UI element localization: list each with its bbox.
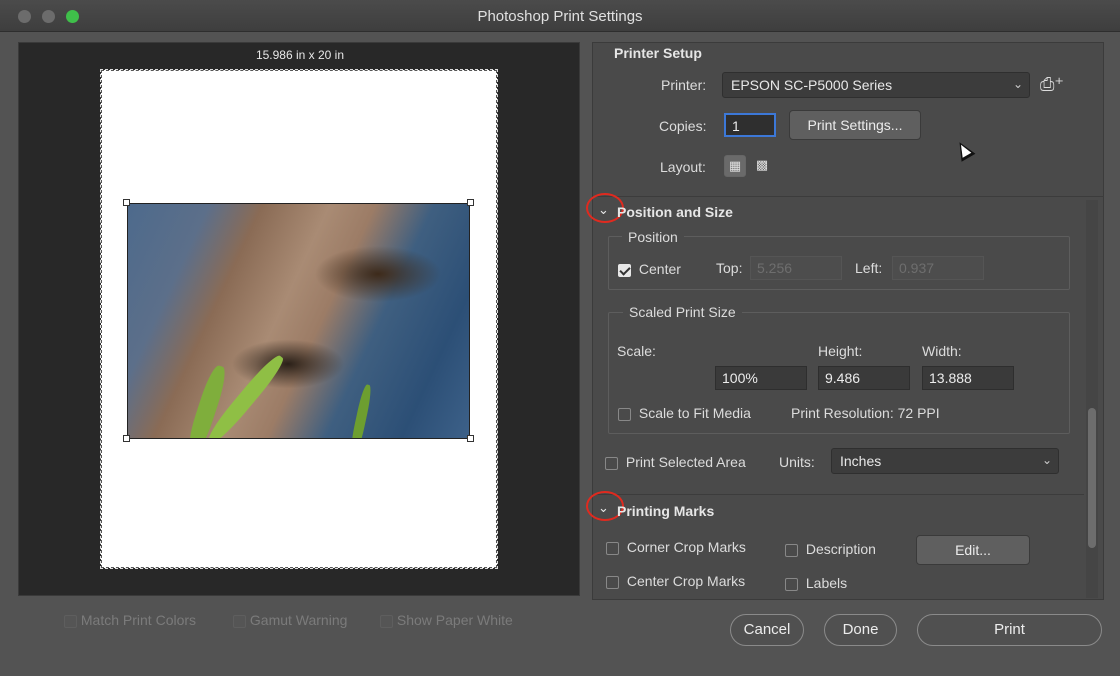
top-input[interactable]: 5.256: [750, 256, 842, 280]
printer-label: Printer:: [661, 77, 707, 93]
width-label: Width:: [922, 343, 962, 359]
corner-crop-marks-option[interactable]: Corner Crop Marks: [606, 539, 746, 555]
labels-option[interactable]: Labels: [785, 575, 847, 591]
center-option[interactable]: Center: [618, 261, 681, 277]
add-printer-icon[interactable]: ⎙⁺: [1040, 74, 1064, 95]
print-button[interactable]: Print: [917, 614, 1102, 646]
cancel-button[interactable]: Cancel: [730, 614, 804, 646]
match-print-colors-option[interactable]: Match Print Colors: [64, 612, 196, 628]
scale-to-fit-checkbox[interactable]: [618, 407, 631, 421]
corner-crop-marks-checkbox[interactable]: [606, 541, 619, 555]
print-preview: 15.986 in x 20 in: [18, 42, 580, 596]
gamut-warning-checkbox[interactable]: [233, 614, 246, 628]
printer-setup-title: Printer Setup: [614, 45, 702, 61]
copies-label: Copies:: [659, 118, 707, 134]
settings-scrollbar[interactable]: [1086, 200, 1098, 598]
printing-marks-title[interactable]: Printing Marks: [617, 503, 714, 519]
gamut-warning-option[interactable]: Gamut Warning: [233, 612, 347, 628]
resize-handle-bottom-right[interactable]: [467, 435, 474, 442]
left-input[interactable]: 0.937: [892, 256, 984, 280]
left-label: Left:: [855, 260, 883, 276]
photo-preview[interactable]: [127, 203, 470, 439]
print-settings-window: Photoshop Print Settings 15.986 in x 20 …: [0, 0, 1120, 676]
chevron-down-icon: ⌄: [1012, 77, 1023, 91]
position-group-title: Position: [622, 229, 684, 245]
print-resolution-text: Print Resolution: 72 PPI: [791, 405, 940, 421]
center-crop-marks-option[interactable]: Center Crop Marks: [606, 573, 745, 589]
center-checkbox[interactable]: [618, 263, 631, 277]
scaled-print-size-title: Scaled Print Size: [623, 304, 742, 320]
edit-description-button[interactable]: Edit...: [916, 535, 1030, 565]
scrollbar-thumb[interactable]: [1088, 408, 1096, 548]
paper-sheet: [100, 69, 498, 569]
resize-handle-top-right[interactable]: [467, 199, 474, 206]
landscape-layout-icon[interactable]: ▩: [751, 155, 773, 177]
units-label: Units:: [779, 454, 815, 470]
labels-checkbox[interactable]: [785, 577, 798, 591]
show-paper-white-checkbox[interactable]: [380, 614, 393, 628]
resize-handle-top-left[interactable]: [123, 199, 130, 206]
height-input[interactable]: 9.486: [818, 366, 910, 390]
paper-size-label: 15.986 in x 20 in: [255, 48, 345, 62]
width-input[interactable]: 13.888: [922, 366, 1014, 390]
scale-to-fit-option[interactable]: Scale to Fit Media: [618, 405, 751, 421]
portrait-layout-icon[interactable]: ▦: [724, 155, 746, 177]
show-paper-white-option[interactable]: Show Paper White: [380, 612, 513, 628]
collapse-chevron-icon[interactable]: ⌄: [598, 202, 609, 218]
print-settings-button[interactable]: Print Settings...: [789, 110, 921, 140]
units-select[interactable]: Inches ⌄: [831, 448, 1059, 474]
window-title: Photoshop Print Settings: [477, 8, 643, 25]
title-bar: Photoshop Print Settings: [0, 0, 1120, 32]
printer-value: EPSON SC-P5000 Series: [731, 77, 893, 93]
center-crop-marks-checkbox[interactable]: [606, 575, 619, 589]
scale-label: Scale:: [617, 343, 656, 359]
top-label: Top:: [716, 260, 743, 276]
done-button[interactable]: Done: [824, 614, 897, 646]
layout-label: Layout:: [660, 159, 706, 175]
print-selected-area-checkbox[interactable]: [605, 456, 618, 470]
description-checkbox[interactable]: [785, 543, 798, 557]
position-size-title[interactable]: Position and Size: [617, 204, 733, 220]
description-option[interactable]: Description: [785, 541, 876, 557]
printer-select[interactable]: EPSON SC-P5000 Series ⌄: [722, 72, 1030, 98]
print-selected-area-option[interactable]: Print Selected Area: [605, 454, 746, 470]
collapse-chevron-icon[interactable]: ⌄: [598, 500, 609, 516]
chevron-down-icon: ⌄: [1041, 453, 1052, 467]
scale-input[interactable]: 100%: [715, 366, 807, 390]
resize-handle-bottom-left[interactable]: [123, 435, 130, 442]
height-label: Height:: [818, 343, 863, 359]
copies-input[interactable]: 1: [724, 113, 776, 137]
match-print-colors-checkbox[interactable]: [64, 614, 77, 628]
units-value: Inches: [840, 453, 882, 469]
